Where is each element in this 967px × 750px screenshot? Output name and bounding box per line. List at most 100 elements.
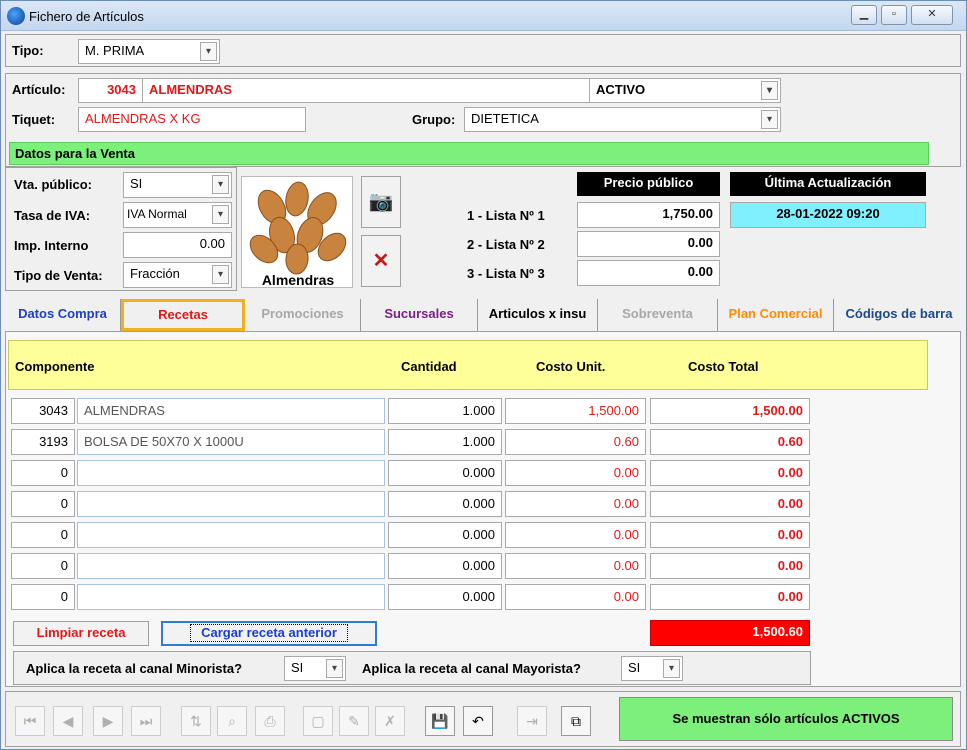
tasa-iva-select[interactable]: IVA Normal ▾ xyxy=(123,202,232,228)
minorista-value: SI xyxy=(291,660,304,675)
tab-recetas[interactable]: Recetas xyxy=(121,299,245,331)
vta-publico-label: Vta. público: xyxy=(14,177,92,192)
recipe-row-code[interactable]: 0 xyxy=(11,460,75,486)
copy-icon: ⧉ xyxy=(571,713,581,729)
tab-label: Sucursales xyxy=(384,306,454,321)
recipe-row-description[interactable] xyxy=(77,553,385,579)
lista-2-label: 2 - Lista Nº 2 xyxy=(467,237,545,252)
tab-plan-comercial[interactable]: Plan Comercial xyxy=(718,299,834,331)
costo-unit-header: Costo Unit. xyxy=(536,359,606,374)
new-button[interactable]: ▢ xyxy=(303,706,333,736)
recipe-row-description[interactable] xyxy=(77,491,385,517)
cantidad-header: Cantidad xyxy=(401,359,457,374)
recipe-row-quantity[interactable]: 0.000 xyxy=(388,460,502,486)
chevron-down-icon: ▾ xyxy=(212,205,229,224)
lista-2-field[interactable]: 0.00 xyxy=(577,231,720,257)
limpiar-receta-button[interactable]: Limpiar receta xyxy=(13,621,149,646)
recipe-row-description[interactable]: BOLSA DE 50X70 X 1000U xyxy=(77,429,385,455)
exit-button[interactable]: ⇥ xyxy=(517,706,547,736)
recipe-row-description[interactable] xyxy=(77,522,385,548)
recipe-row-code[interactable]: 0 xyxy=(11,522,75,548)
chevron-down-icon: ▾ xyxy=(663,659,680,678)
prev-record-button[interactable]: ◀ xyxy=(53,706,83,736)
recipe-row-code[interactable]: 0 xyxy=(11,584,75,610)
imp-interno-label: Imp. Interno xyxy=(14,238,89,253)
articulo-panel: Artículo: 3043 ALMENDRAS ACTIVO ▾ Tiquet… xyxy=(5,73,961,167)
title-bar: Fichero de Artículos ▁ ▫ ✕ xyxy=(1,1,966,31)
undo-icon: ↶ xyxy=(472,713,484,729)
imp-interno-field[interactable]: 0.00 xyxy=(123,232,232,258)
delete-photo-button[interactable]: ✕ xyxy=(361,235,401,287)
copy-button[interactable]: ⧉ xyxy=(561,706,591,736)
articulo-code-field[interactable]: 3043 xyxy=(78,78,143,103)
cargar-receta-label: Cargar receta anterior xyxy=(190,624,348,642)
new-icon: ▢ xyxy=(311,713,325,729)
tab-datos-compra[interactable]: Datos Compra xyxy=(5,299,121,331)
canal-panel: Aplica la receta al canal Minorista? SI … xyxy=(13,651,811,685)
grupo-select[interactable]: DIETETICA ▾ xyxy=(464,107,781,132)
recipe-row-description[interactable] xyxy=(77,584,385,610)
save-button[interactable]: 💾 xyxy=(425,706,455,736)
search-icon: ⌕ xyxy=(228,713,236,729)
photo-caption: Almendras xyxy=(261,272,335,288)
next-record-button[interactable]: ▶ xyxy=(93,706,123,736)
ultima-actualizacion-header: Última Actualización xyxy=(730,172,926,196)
minorista-select[interactable]: SI ▾ xyxy=(284,656,346,681)
recipe-row-unit-cost: 0.00 xyxy=(505,460,646,486)
minimize-button[interactable]: ▁ xyxy=(851,5,877,25)
tipo-select[interactable]: M. PRIMA ▾ xyxy=(78,39,220,64)
lista-3-field[interactable]: 0.00 xyxy=(577,260,720,286)
recipe-row-quantity[interactable]: 0.000 xyxy=(388,553,502,579)
tab-label: Recetas xyxy=(158,307,208,322)
tab-label: Plan Comercial xyxy=(728,306,823,321)
maximize-button[interactable]: ▫ xyxy=(881,5,907,25)
recipe-row-code[interactable]: 3043 xyxy=(11,398,75,424)
search-button[interactable]: ⌕ xyxy=(217,706,247,736)
vta-publico-select[interactable]: SI ▾ xyxy=(123,172,232,198)
sort-button[interactable]: ⇅ xyxy=(181,706,211,736)
undo-button[interactable]: ↶ xyxy=(463,706,493,736)
recipe-row-code[interactable]: 3193 xyxy=(11,429,75,455)
close-button[interactable]: ✕ xyxy=(911,5,953,25)
tiquet-field[interactable]: ALMENDRAS X KG xyxy=(78,107,306,132)
sort-icon: ⇅ xyxy=(190,713,202,729)
tab-articulos-x-insumo[interactable]: Articulos x insu xyxy=(478,299,598,331)
tipo-venta-select[interactable]: Fracción ▾ xyxy=(123,262,232,288)
last-record-button[interactable]: ⏭ xyxy=(131,706,161,736)
chevron-down-icon: ▾ xyxy=(200,42,217,61)
minorista-label: Aplica la receta al canal Minorista? xyxy=(26,661,243,676)
recipe-row-quantity[interactable]: 0.000 xyxy=(388,584,502,610)
lista-1-field[interactable]: 1,750.00 xyxy=(577,202,720,228)
tab-sucursales[interactable]: Sucursales xyxy=(361,299,478,331)
articulo-name-field[interactable]: ALMENDRAS xyxy=(142,78,590,103)
article-photo: Almendras xyxy=(241,176,353,288)
tab-label: Códigos de barra xyxy=(845,306,953,321)
recipe-row-description[interactable] xyxy=(77,460,385,486)
recipe-row-quantity[interactable]: 1.000 xyxy=(388,398,502,424)
recipe-row-quantity[interactable]: 0.000 xyxy=(388,522,502,548)
tab-codigos-de-barra[interactable]: Códigos de barra xyxy=(834,299,964,331)
costo-total-header: Costo Total xyxy=(688,359,759,374)
tab-label: Articulos x insu xyxy=(488,306,587,321)
recipe-row-code[interactable]: 0 xyxy=(11,491,75,517)
tab-sobreventa[interactable]: Sobreventa xyxy=(598,299,718,331)
activos-filter-button[interactable]: Se muestran sólo artículos ACTIVOS xyxy=(619,697,953,741)
first-record-button[interactable]: ⏮ xyxy=(15,706,45,736)
recipe-row-quantity[interactable]: 0.000 xyxy=(388,491,502,517)
recipe-row-total-cost: 0.00 xyxy=(650,460,810,486)
camera-button[interactable]: 📷 xyxy=(361,176,401,228)
last-icon: ⏭ xyxy=(139,713,153,729)
print-button[interactable]: ⎙ xyxy=(255,706,285,736)
delete-button[interactable]: ✗ xyxy=(375,706,405,736)
mayorista-select[interactable]: SI ▾ xyxy=(621,656,683,681)
mayorista-label: Aplica la receta al canal Mayorista? xyxy=(362,661,581,676)
articulo-status-select[interactable]: ACTIVO ▾ xyxy=(589,78,781,103)
tab-promociones[interactable]: Promociones xyxy=(245,299,361,331)
recipe-row-total-cost: 0.00 xyxy=(650,584,810,610)
recipe-row-description[interactable]: ALMENDRAS xyxy=(77,398,385,424)
edit-button[interactable]: ✎ xyxy=(339,706,369,736)
chevron-down-icon: ▾ xyxy=(761,81,778,100)
recipe-row-quantity[interactable]: 1.000 xyxy=(388,429,502,455)
cargar-receta-anterior-button[interactable]: Cargar receta anterior xyxy=(161,621,377,646)
recipe-row-code[interactable]: 0 xyxy=(11,553,75,579)
